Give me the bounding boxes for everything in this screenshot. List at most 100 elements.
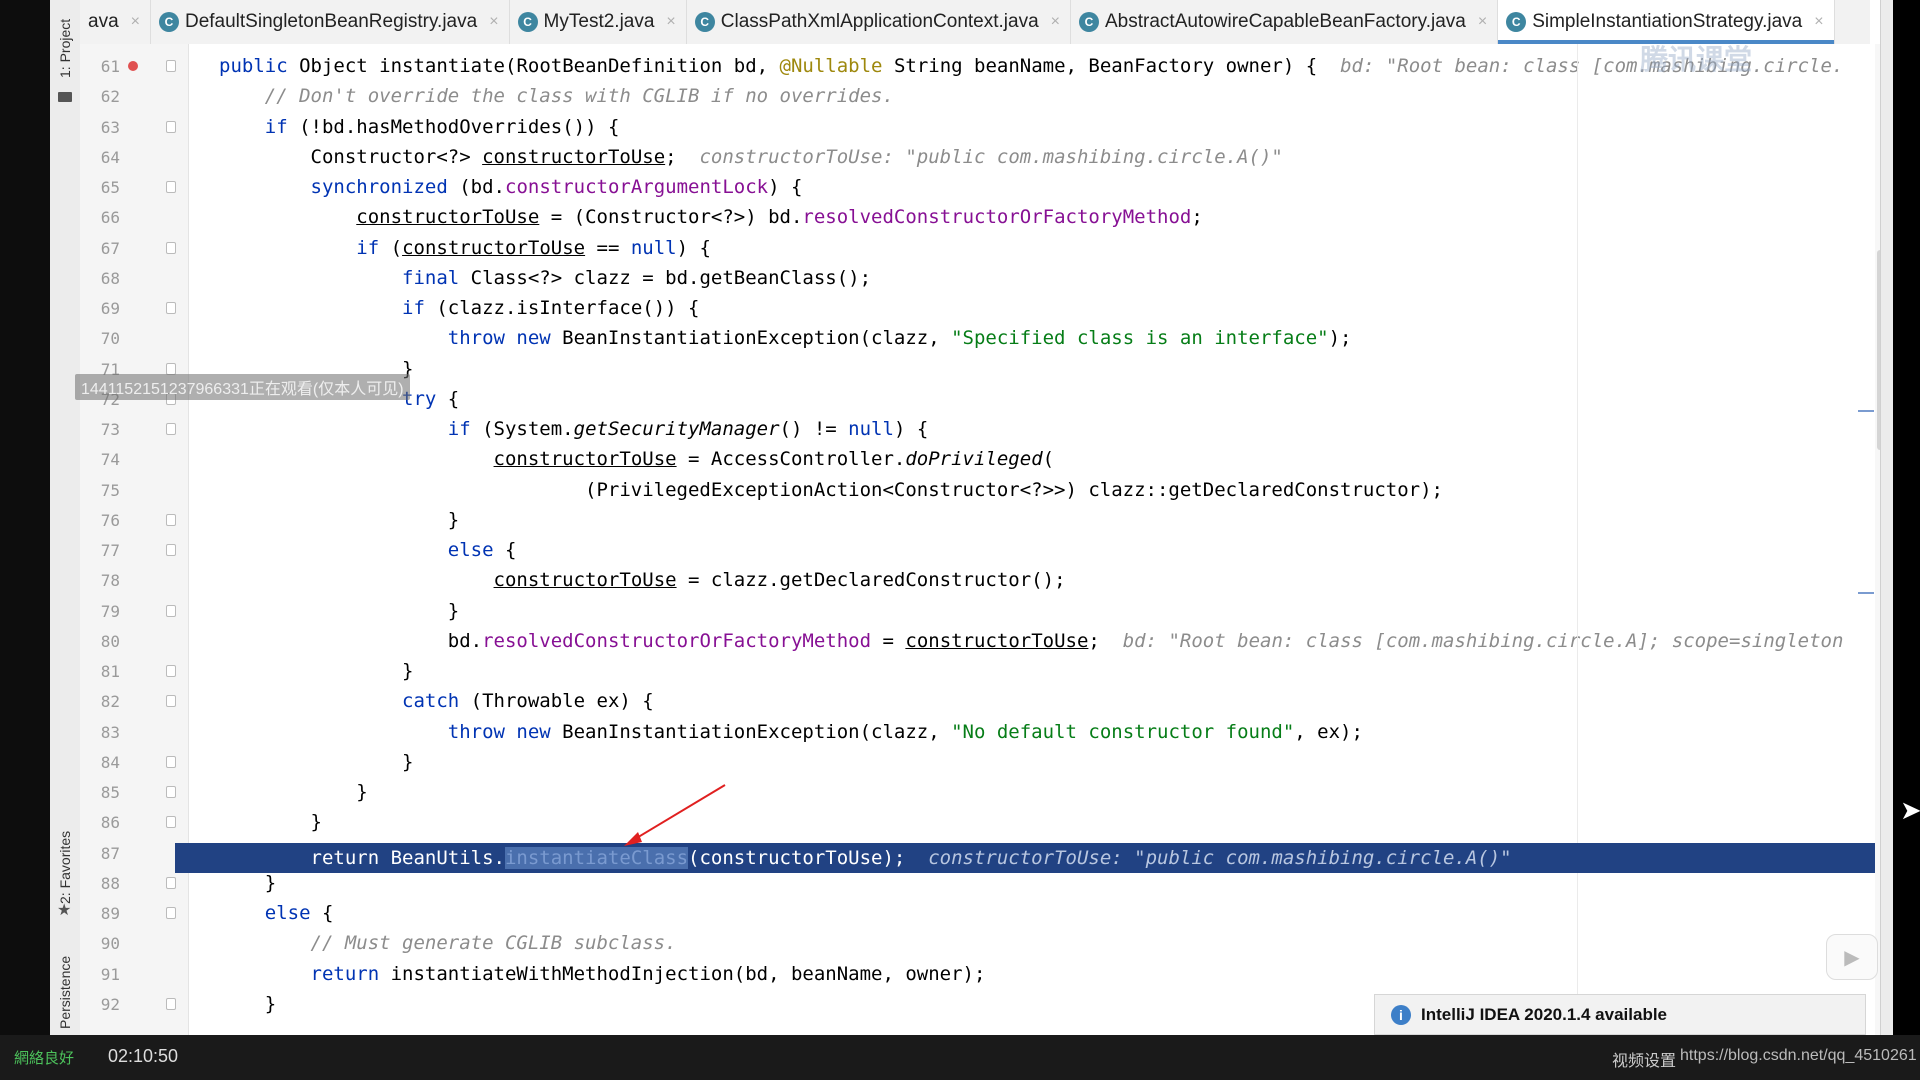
code-line[interactable]: else { (219, 898, 334, 928)
code-line[interactable]: } (219, 596, 459, 626)
fold-marker-icon[interactable] (166, 513, 176, 526)
code-token: ; (665, 145, 700, 168)
code-token: instantiate (379, 55, 505, 77)
editor-tab-bar: ava × C DefaultSingletonBeanRegistry.java × C… (80, 0, 1870, 45)
fold-marker-icon[interactable] (166, 816, 176, 829)
fold-marker-icon[interactable] (166, 695, 176, 708)
code-line[interactable]: } (219, 989, 276, 1019)
code-line[interactable]: bd.resolvedConstructorOrFactoryMethod = … (219, 626, 1844, 656)
editor-tab[interactable]: C DefaultSingletonBeanRegistry.java × (151, 0, 510, 44)
code-token: throw new (447, 720, 563, 743)
code-line[interactable]: } (219, 747, 413, 777)
code-token: ( (1042, 448, 1055, 471)
fold-marker-icon[interactable] (166, 241, 176, 254)
code-token: = AccessController. (676, 448, 906, 471)
close-icon[interactable]: × (1478, 13, 1487, 31)
code-line[interactable]: throw new BeanInstantiationException(cla… (219, 717, 1363, 747)
persistence-tool-tab[interactable]: Persistence (53, 950, 77, 1035)
network-status: 網絡良好 (14, 1050, 75, 1067)
code-line[interactable]: if (System.getSecurityManager() != null)… (219, 414, 928, 444)
line-number: 92 (100, 994, 120, 1014)
code-token: throw new (447, 327, 563, 350)
code-line[interactable]: constructorToUse = clazz.getDeclaredCons… (219, 565, 1066, 595)
code-line[interactable]: if (!bd.hasMethodOverrides()) { (219, 112, 620, 142)
code-line[interactable]: catch (Throwable ex) { (219, 686, 654, 716)
fold-marker-icon[interactable] (166, 665, 176, 677)
code-line[interactable]: synchronized (bd.constructorArgumentLock… (219, 172, 803, 202)
code-line[interactable]: // Don't override the class with CGLIB i… (219, 81, 894, 111)
code-token: constructorToUse (356, 206, 540, 229)
fold-marker-icon[interactable] (166, 604, 176, 617)
code-token: } (219, 992, 277, 1015)
editor-tab[interactable]: ava × (80, 0, 151, 44)
code-line[interactable]: constructorToUse = AccessController.doPr… (219, 444, 1055, 474)
fold-marker-icon[interactable] (166, 181, 176, 193)
close-icon[interactable]: × (489, 13, 498, 31)
code-token: doPrivileged (905, 448, 1043, 471)
code-token: } (219, 599, 460, 622)
code-editor[interactable]: public Object instantiate(RootBeanDefini… (189, 44, 1875, 1035)
project-tool-tab[interactable]: 1: Project (53, 8, 77, 88)
fold-marker-icon[interactable] (166, 120, 176, 133)
editor-tab[interactable]: C ClassPathXmlApplicationContext.java × (687, 0, 1071, 44)
fold-marker-icon[interactable] (166, 423, 176, 435)
line-number: 82 (100, 692, 120, 712)
code-token: resolvedConstructorOrFactoryMethod (802, 206, 1192, 229)
code-token: resolvedConstructorOrFactoryMethod (482, 629, 872, 652)
editor-tab[interactable]: C MyTest2.java × (510, 0, 687, 44)
code-line[interactable]: public Object instantiate(RootBeanDefini… (219, 51, 1843, 81)
update-notification[interactable]: i IntelliJ IDEA 2020.1.4 available (1374, 994, 1866, 1035)
editor-tab[interactable]: C AbstractAutowireCapableBeanFactory.java… (1071, 0, 1499, 44)
fold-marker-icon[interactable] (166, 786, 176, 798)
video-settings-button[interactable]: 视频设置 (1612, 1047, 1676, 1071)
code-line[interactable]: } (219, 656, 413, 686)
code-line[interactable]: else { (219, 535, 517, 565)
inline-debug-value: bd: "Root bean: class [com.mashibing.cir… (1122, 629, 1844, 652)
close-icon[interactable]: × (666, 13, 675, 31)
fold-marker-icon[interactable] (166, 755, 176, 768)
close-icon[interactable]: × (1051, 13, 1060, 31)
code-line[interactable]: // Must generate CGLIB subclass. (219, 928, 677, 958)
fold-marker-icon[interactable] (166, 876, 176, 889)
code-token: constructorToUse (402, 236, 586, 259)
code-line[interactable]: return BeanUtils.instantiateClass(constr… (219, 843, 1512, 873)
code-token: } (219, 508, 460, 531)
selected-text: instantiateClass (504, 847, 689, 869)
code-token: Object (299, 55, 380, 77)
code-line[interactable]: (PrivilegedExceptionAction<Constructor<?… (219, 475, 1443, 505)
code-line[interactable]: throw new BeanInstantiationException(cla… (219, 323, 1352, 353)
fold-marker-icon[interactable] (166, 302, 176, 314)
close-icon[interactable]: × (131, 13, 140, 31)
fold-marker-icon[interactable] (166, 362, 176, 375)
code-token: return (310, 962, 391, 985)
code-line[interactable]: Constructor<?> constructorToUse; constru… (219, 142, 1283, 172)
fold-marker-icon[interactable] (166, 60, 176, 72)
code-line[interactable]: } (219, 777, 367, 807)
code-line[interactable]: if (clazz.isInterface()) { (219, 293, 699, 323)
code-token: "Specified class is an interface" (951, 327, 1329, 350)
code-line[interactable]: final Class<?> clazz = bd.getBeanClass()… (219, 263, 871, 293)
code-line[interactable]: if (constructorToUse == null) { (219, 233, 711, 263)
fold-marker-icon[interactable] (166, 544, 176, 556)
code-token: } (219, 871, 277, 894)
code-token: constructorToUse (493, 448, 677, 471)
code-line[interactable]: } (219, 505, 459, 535)
code-line[interactable]: return instantiateWithMethodInjection(bd… (219, 959, 986, 989)
line-number: 69 (100, 299, 120, 318)
project-tool-label: 1: Project (57, 18, 73, 78)
debug-marker-icon (128, 61, 138, 71)
close-icon[interactable]: × (1814, 13, 1823, 31)
code-line[interactable]: constructorToUse = (Constructor<?>) bd.r… (219, 202, 1203, 232)
code-token: @Nullable (779, 55, 883, 77)
code-token: return BeanUtils. (219, 847, 505, 869)
fold-marker-icon[interactable] (166, 997, 176, 1010)
code-line[interactable]: } (219, 807, 322, 837)
play-icon[interactable]: ▶ (1826, 934, 1878, 980)
code-token: constructorToUse (493, 569, 677, 592)
fold-marker-icon[interactable] (166, 907, 176, 919)
